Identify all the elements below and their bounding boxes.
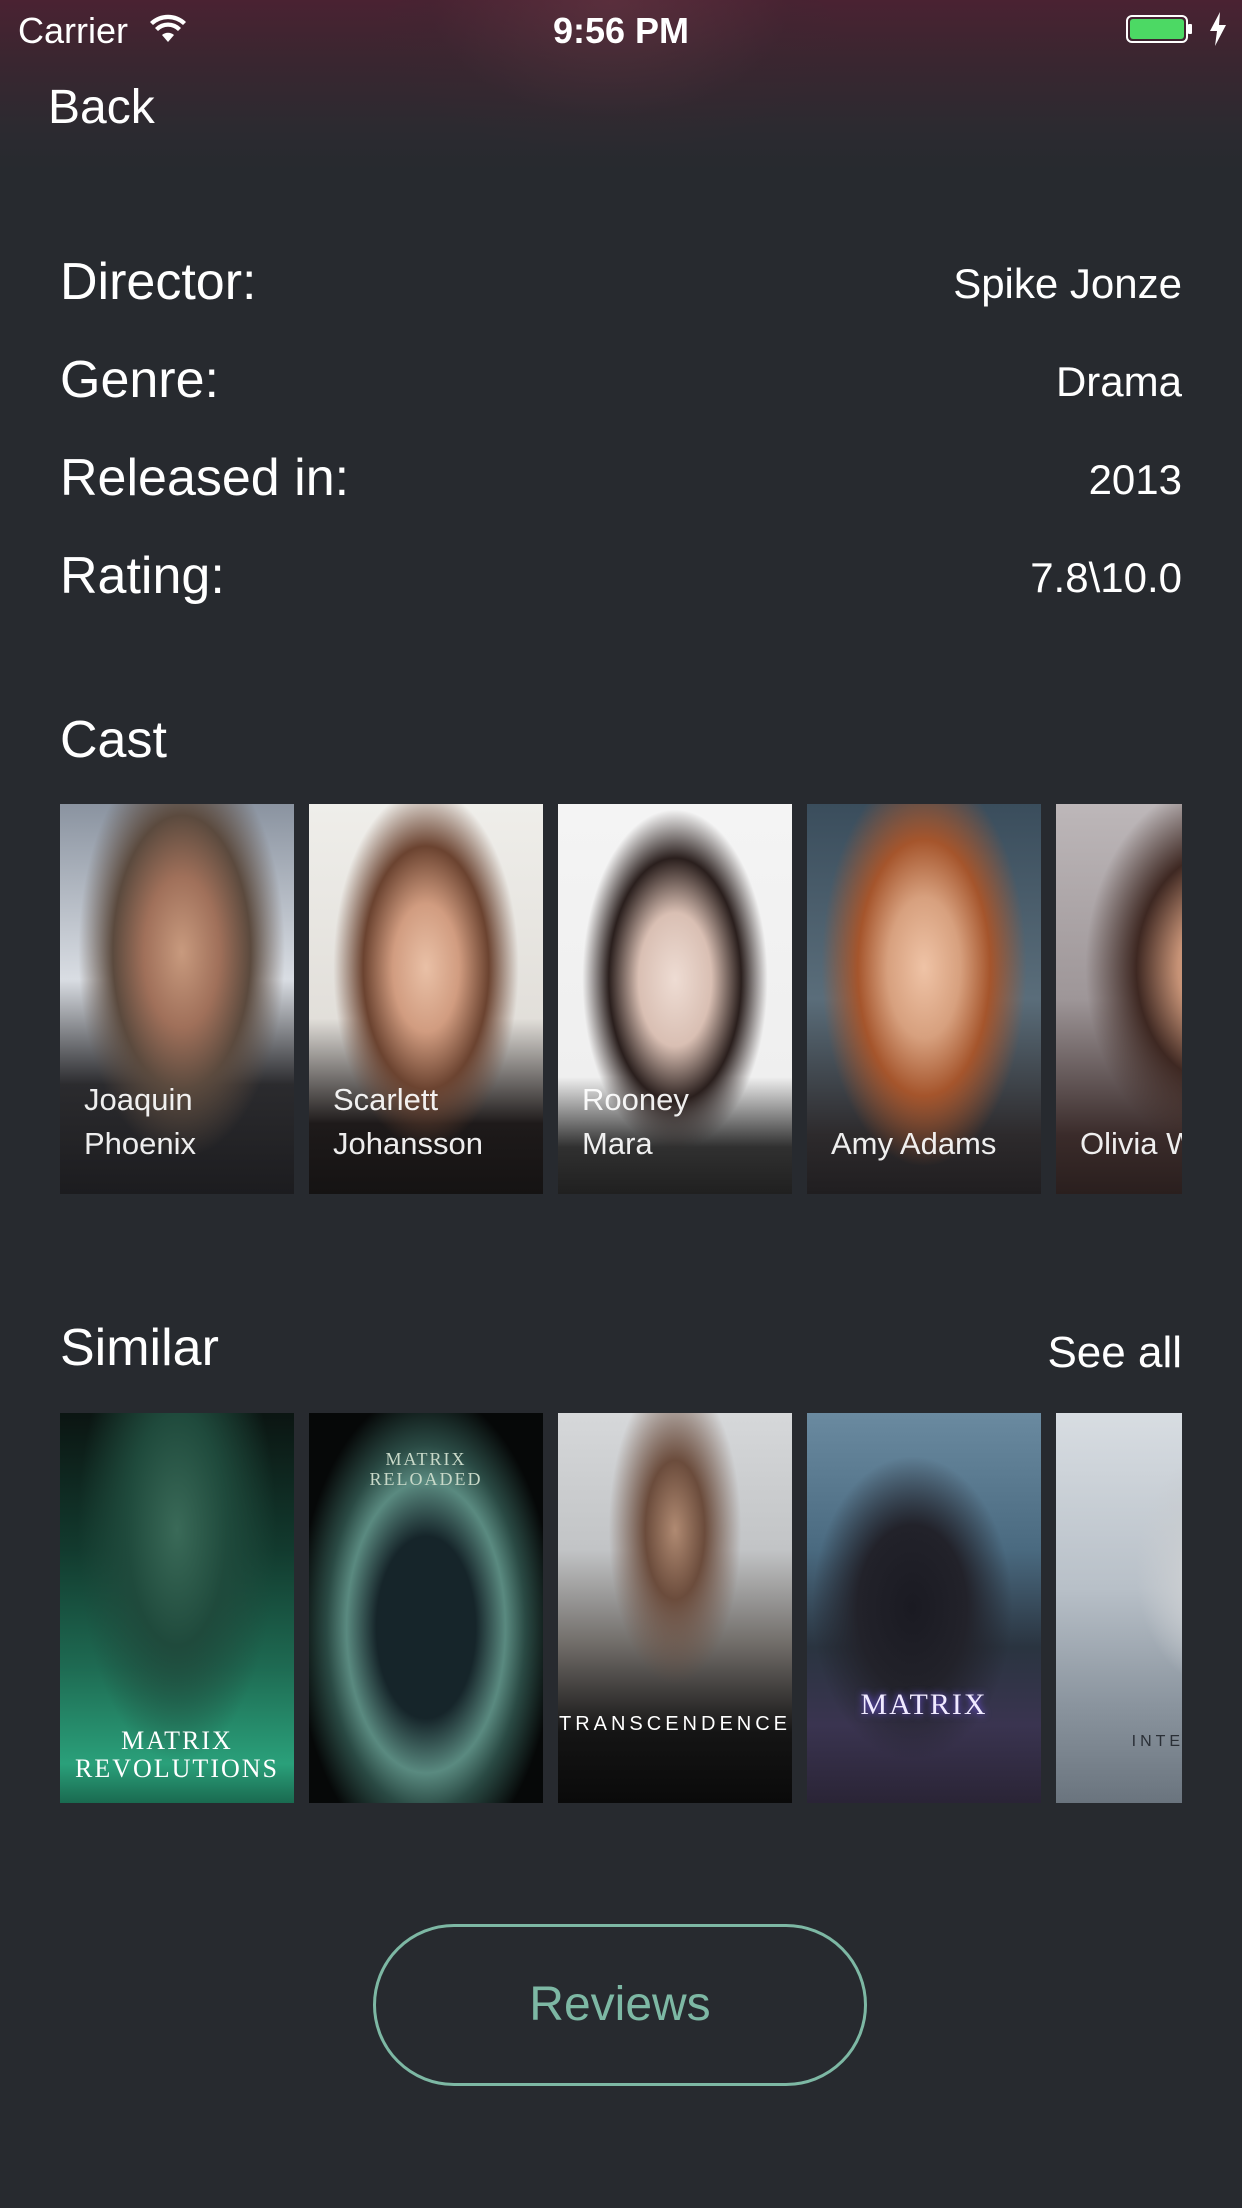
cast-name: Rooney Mara	[582, 1082, 689, 1161]
cast-card[interactable]: Rooney Mara	[558, 804, 792, 1194]
poster-image	[558, 1413, 792, 1803]
cast-name: Scarlett Johansson	[333, 1082, 483, 1161]
cast-card[interactable]: Olivia W	[1056, 804, 1182, 1194]
movie-poster[interactable]: MATRIX RELOADED	[309, 1413, 543, 1803]
similar-title: Similar	[60, 1319, 219, 1377]
poster-title: MATRIX RELOADED	[309, 1449, 543, 1489]
poster-title: MATRIX	[807, 1689, 1041, 1721]
poster-title: INTERS	[1056, 1733, 1182, 1751]
poster-title-line: TRANSCENDENCE	[558, 1713, 792, 1735]
poster-title-line: MATRIX	[385, 1449, 467, 1469]
cast-name: Amy Adams	[831, 1126, 997, 1161]
poster-title-line: RELOADED	[369, 1469, 483, 1489]
poster-title-line: INTERS	[1131, 1733, 1182, 1750]
similar-carousel[interactable]: MATRIX REVOLUTIONS MATRIX RELOADED TRANS…	[60, 1413, 1182, 1803]
cast-name: Joaquin Phoenix	[84, 1082, 197, 1161]
director-value: Spike Jonze	[953, 260, 1182, 307]
rating-row: Rating: 7.8\10.0	[60, 546, 1182, 616]
movie-detail-screen: Carrier 9:56 PM Back Director: Spike Jon…	[0, 0, 1242, 2208]
cast-title: Cast	[60, 711, 167, 769]
director-label: Director:	[60, 253, 257, 311]
cast-card[interactable]: Joaquin Phoenix	[60, 804, 294, 1194]
rating-label: Rating:	[60, 547, 225, 605]
cast-card[interactable]: Amy Adams	[807, 804, 1041, 1194]
movie-poster[interactable]: INTERS	[1056, 1413, 1182, 1803]
charging-icon	[1210, 12, 1226, 46]
movie-poster[interactable]: MATRIX REVOLUTIONS	[60, 1413, 294, 1803]
genre-value: Drama	[1055, 358, 1182, 405]
clock: 9:56 PM	[552, 10, 690, 51]
poster-title: TRANSCENDENCE	[558, 1713, 792, 1735]
director-row: Director: Spike Jonze	[60, 252, 1182, 322]
poster-image	[807, 1413, 1041, 1803]
reviews-button[interactable]: Reviews	[373, 1924, 867, 2086]
poster-title: MATRIX REVOLUTIONS	[60, 1727, 294, 1783]
cast-carousel[interactable]: Joaquin Phoenix Scarlett Johansson Roone…	[60, 804, 1182, 1194]
genre-label: Genre:	[60, 351, 219, 409]
battery-icon	[1126, 15, 1192, 43]
poster-title-line: MATRIX	[121, 1726, 233, 1755]
poster-title-line: MATRIX	[860, 1688, 988, 1721]
rating-value: 7.8\10.0	[1030, 554, 1182, 601]
genre-row: Genre: Drama	[60, 350, 1182, 420]
cast-name: Olivia W	[1080, 1126, 1182, 1161]
release-row: Released in: 2013	[60, 448, 1182, 518]
movie-poster[interactable]: MATRIX	[807, 1413, 1041, 1803]
status-bar: Carrier 9:56 PM	[0, 0, 1242, 60]
release-value: 2013	[1088, 456, 1182, 503]
release-label: Released in:	[60, 449, 350, 507]
see-all-link[interactable]: See all	[1047, 1328, 1182, 1378]
back-button[interactable]: Back	[48, 80, 155, 135]
poster-title-line: REVOLUTIONS	[75, 1754, 279, 1783]
cast-card[interactable]: Scarlett Johansson	[309, 804, 543, 1194]
movie-poster[interactable]: TRANSCENDENCE	[558, 1413, 792, 1803]
